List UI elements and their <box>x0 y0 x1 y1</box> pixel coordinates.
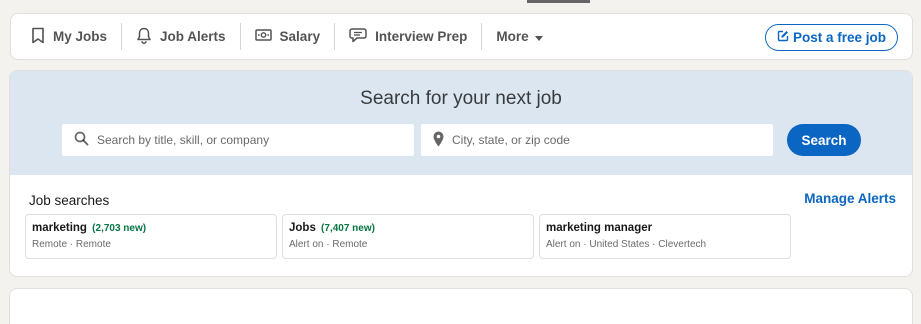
nav-more-label: More <box>496 29 529 44</box>
search-hero: Search for your next job Search by title… <box>10 71 912 175</box>
edit-square-icon <box>777 30 793 45</box>
search-heading: Search for your next job <box>360 88 562 109</box>
saved-search-card[interactable]: marketing manager Alert on · United Stat… <box>539 214 791 259</box>
chat-bubble-icon <box>349 27 375 46</box>
location-input[interactable]: City, state, or zip code <box>421 124 773 156</box>
bell-icon <box>136 27 160 47</box>
active-tab-indicator <box>527 0 590 3</box>
job-search-card: Search for your next job Search by title… <box>9 70 913 277</box>
location-pin-icon <box>433 131 452 150</box>
location-placeholder: City, state, or zip code <box>452 133 570 147</box>
post-free-job-label: Post a free job <box>792 30 886 45</box>
nav-more-dropdown[interactable]: More <box>482 23 556 50</box>
post-free-job-button[interactable]: Post a free job <box>764 24 898 51</box>
nav-job-alerts-label: Job Alerts <box>160 29 226 44</box>
saved-search-meta: Alert on · Remote <box>289 239 368 250</box>
nav-salary[interactable]: Salary <box>241 23 335 50</box>
caret-down-icon <box>529 29 543 44</box>
new-count-badge: (2,703 new) <box>92 223 147 234</box>
nav-my-jobs-label: My Jobs <box>53 29 108 44</box>
saved-search-card[interactable]: marketing (2,703 new) Remote · Remote <box>25 214 277 259</box>
next-content-card <box>9 288 913 324</box>
search-button[interactable]: Search <box>787 124 861 156</box>
nav-my-jobs[interactable]: My Jobs <box>11 23 121 50</box>
nav-job-alerts[interactable]: Job Alerts <box>122 23 240 50</box>
saved-search-title: marketing manager <box>546 222 653 234</box>
jobs-nav-bar: My Jobs Job Alerts Salary Interview Prep… <box>10 13 913 60</box>
nav-interview-prep-label: Interview Prep <box>375 29 468 44</box>
saved-search-title-row: marketing (2,703 new) <box>32 222 270 234</box>
saved-search-title-row: Jobs (7,407 new) <box>289 222 527 234</box>
job-searches-heading: Job searches <box>29 193 110 208</box>
title-search-placeholder: Search by title, skill, or company <box>97 133 270 147</box>
bookmark-icon <box>31 27 53 47</box>
nav-interview-prep[interactable]: Interview Prep <box>335 23 481 50</box>
saved-search-meta: Alert on · United States · Clevertech <box>546 239 707 250</box>
search-icon <box>74 131 97 149</box>
saved-search-title: Jobs <box>289 222 316 234</box>
saved-search-card[interactable]: Jobs (7,407 new) Alert on · Remote <box>282 214 534 259</box>
title-search-input[interactable]: Search by title, skill, or company <box>62 124 414 156</box>
money-icon <box>254 28 280 45</box>
saved-search-title: marketing <box>32 222 87 234</box>
saved-search-meta: Remote · Remote <box>32 239 111 250</box>
nav-salary-label: Salary <box>279 29 321 44</box>
new-count-badge: (7,407 new) <box>321 223 375 234</box>
manage-alerts-link[interactable]: Manage Alerts <box>804 191 896 206</box>
saved-search-title-row: marketing manager <box>546 222 784 234</box>
